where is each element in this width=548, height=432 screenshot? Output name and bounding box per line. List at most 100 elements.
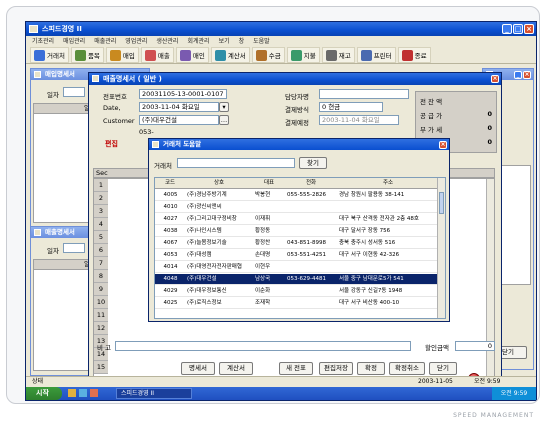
app-titlebar[interactable]: 스피드경영 II _ □ × xyxy=(26,22,536,36)
customer-lookup-button[interactable]: … xyxy=(219,115,229,125)
customer-help-dialog[interactable]: 거래처 도움말 × 거래처 찾기 코드 상호 대표 전화 주소 4005 (주)경남주방기… xyxy=(148,138,450,322)
purchase-date-field[interactable] xyxy=(63,87,85,97)
customer-cell: 4048 xyxy=(163,276,178,282)
sales-doc-title: 매출명세서 ( 일반 ) xyxy=(103,75,162,83)
customer-row[interactable]: 4038 (주)나인시스템 황정동 대구 달서구 장동 756 xyxy=(155,226,437,237)
toolbar-button-4[interactable]: ■ 매인 xyxy=(175,47,209,63)
customer-cell: (주)경남주방기계 xyxy=(187,192,227,198)
close-icon[interactable]: × xyxy=(491,75,499,83)
sales-doc-titlebar[interactable]: 매출명세서 ( 일반 ) × xyxy=(89,73,501,85)
grid-row-number: 11 xyxy=(94,309,108,322)
minimize-icon[interactable]: _ xyxy=(502,24,512,34)
taskbar-app-button[interactable]: 스피드경영 II xyxy=(116,388,192,399)
customer-extra: 053- xyxy=(139,128,154,136)
doc-no-field[interactable]: 20031105-13-0001-0107 xyxy=(139,89,227,99)
toolbar-button-8[interactable]: ■ 재고 xyxy=(321,47,355,63)
customer-row[interactable]: 4029 (주)대우정보통신 이순화 서울 강동구 신길7동 1948 xyxy=(155,286,437,297)
close-icon[interactable]: × xyxy=(524,24,534,34)
customer-row[interactable]: 4014 (주)대영전자전자판매협 이현우 xyxy=(155,262,437,273)
customer-cell: 이재휘 xyxy=(255,216,271,222)
customer-cell: 서울 강동구 신길7동 1948 xyxy=(339,288,403,294)
sales-doc-controls: × xyxy=(491,75,499,83)
grid-row-number: 4 xyxy=(94,218,108,231)
quick-launch-icon[interactable] xyxy=(79,389,87,397)
customer-cell: 4005 xyxy=(163,192,178,198)
menu-item[interactable]: 매출관리 xyxy=(94,36,116,47)
date-field[interactable]: 2003-11-04 화요일 xyxy=(139,102,219,112)
date-dropdown-icon[interactable]: ▾ xyxy=(219,102,229,112)
customer-row[interactable]: 4027 (주)그리고대구정비창 이재휘 대구 북구 산격동 전자관 2층 48호 xyxy=(155,214,437,225)
dialog-titlebar[interactable]: 거래처 도움말 × xyxy=(149,139,449,150)
quick-launch-icon[interactable] xyxy=(90,389,98,397)
edit-mode-label: 편집 xyxy=(105,140,118,148)
manager-label: 담당자명 xyxy=(285,93,309,101)
toolbar-button-3[interactable]: ■ 매출 xyxy=(140,47,174,63)
customer-cell: (주)로직스정보 xyxy=(187,300,222,306)
menu-item[interactable]: 영업관리 xyxy=(125,36,147,47)
scroll-thumb[interactable] xyxy=(439,192,444,214)
manager-field[interactable] xyxy=(319,89,409,99)
window-icon xyxy=(152,141,159,148)
customer-row[interactable]: 4005 (주)경남주방기계 박봉현 055-555-2826 경남 창원시 팔용동 3… xyxy=(155,190,437,201)
customer-row[interactable]: 4053 (주)대성캠 손대명 053-551-4251 대구 서구 이현동 42-32… xyxy=(155,250,437,261)
discount-field[interactable]: 0 xyxy=(455,341,495,351)
search-button[interactable]: 찾기 xyxy=(299,157,327,169)
toolbar-button-7[interactable]: ■ 지불 xyxy=(286,47,320,63)
search-input[interactable] xyxy=(177,158,295,168)
customer-row[interactable]: 4067 (주)늘봄정보기술 황정찬 043-851-8998 충북 충주시 성서동 5… xyxy=(155,238,437,249)
customer-cell: 대구 달서구 장동 756 xyxy=(339,228,391,234)
menu-item[interactable]: 매입관리 xyxy=(63,36,85,47)
doc-button-1[interactable]: 계산서 xyxy=(219,362,253,375)
item-grid-scrollbar[interactable] xyxy=(486,179,494,385)
toolbar-button-5[interactable]: ■ 계산서 xyxy=(210,47,250,63)
close-icon[interactable]: × xyxy=(439,141,447,149)
customer-cell: (주)광신씨앤씨 xyxy=(187,204,222,210)
customer-column-header: 코드 xyxy=(164,180,176,186)
note-field[interactable] xyxy=(115,341,411,351)
customer-field[interactable]: (주)대우건설 xyxy=(139,115,219,125)
doc-button-0[interactable]: 명세서 xyxy=(181,362,215,375)
app-window-controls: _ □ × xyxy=(502,24,534,34)
pay-method-field[interactable]: 0 현금 xyxy=(319,102,383,112)
doc-button-5[interactable]: 확정취소 xyxy=(389,362,425,375)
receipt-icon: ■ xyxy=(179,49,191,61)
customer-table-scrollbar[interactable] xyxy=(437,178,445,318)
doc-button-4[interactable]: 확정 xyxy=(357,362,385,375)
menu-item[interactable]: 기초관리 xyxy=(32,36,54,47)
start-button[interactable]: 시작 xyxy=(26,387,62,400)
sales-icon: ■ xyxy=(144,49,156,61)
toolbar-button-6[interactable]: ■ 수금 xyxy=(251,47,285,63)
menu-item[interactable]: 창 xyxy=(239,36,245,47)
doc-button-6[interactable]: 닫기 xyxy=(429,362,457,375)
minimize-icon[interactable]: _ xyxy=(514,71,522,79)
menu-item[interactable]: 회계관리 xyxy=(187,36,209,47)
address-book-icon: ■ xyxy=(34,49,45,61)
quick-launch-icon[interactable] xyxy=(68,389,76,397)
menu-item[interactable]: 생산관리 xyxy=(156,36,178,47)
toolbar-button-2[interactable]: ■ 매입 xyxy=(105,47,139,63)
maximize-icon[interactable]: □ xyxy=(513,24,523,34)
grid-row-number: 3 xyxy=(94,205,108,218)
sales-list-date-field[interactable] xyxy=(63,243,85,253)
toolbar-button-9[interactable]: ■ 프린터 xyxy=(356,47,396,63)
toolbar-button-10[interactable]: ■ 종료 xyxy=(397,47,431,63)
customer-cell: 053-551-4251 xyxy=(287,252,326,258)
customer-row[interactable]: 4025 (주)로직스정보 조재학 대구 서구 비산동 400-10 xyxy=(155,298,437,309)
doc-button-2[interactable]: 새 전표 xyxy=(279,362,313,375)
summary-label: 전 잔 액 xyxy=(420,98,443,106)
toolbar-button-0[interactable]: ■ 거래처 xyxy=(30,47,69,63)
pay-date-field[interactable]: 2003-11-04 화요일 xyxy=(319,115,399,125)
toolbar-button-1[interactable]: ■ 품목 xyxy=(70,47,104,63)
customer-row[interactable]: 4010 (주)광신씨앤씨 xyxy=(155,202,437,213)
customer-table[interactable]: 코드 상호 대표 전화 주소 4005 (주)경남주방기계 박봉현 055-555-2826 경… xyxy=(154,177,446,319)
toolbar-button-label: 매출 xyxy=(157,52,170,60)
item-icon: ■ xyxy=(74,49,86,61)
grid-row-number: 1 xyxy=(94,179,108,192)
customer-cell: (주)대우정보통신 xyxy=(187,288,227,294)
menu-item[interactable]: 보기 xyxy=(219,36,230,47)
customer-row[interactable]: 4048 (주)대우건설 남상국 053-629-4481 서울 중구 남대문로5가 5… xyxy=(155,274,437,285)
close-icon[interactable]: × xyxy=(523,71,531,79)
customer-cell: 손대명 xyxy=(255,252,271,258)
doc-button-3[interactable]: 편집저장 xyxy=(319,362,353,375)
menu-item[interactable]: 도움말 xyxy=(253,36,270,47)
